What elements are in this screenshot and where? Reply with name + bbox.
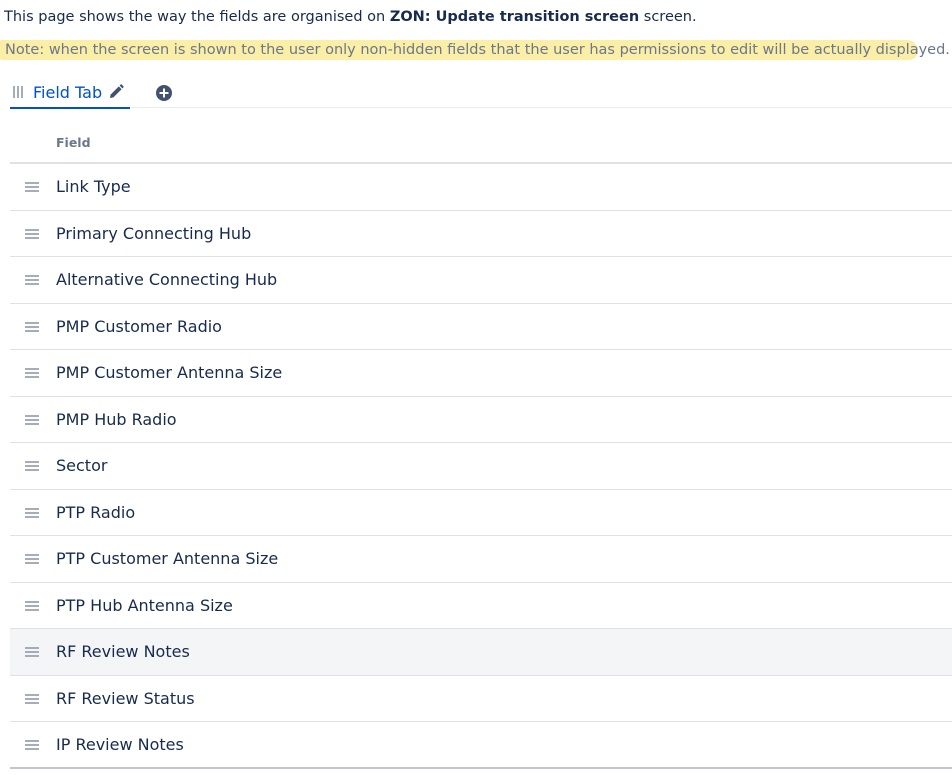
permission-note: Note: when the screen is shown to the us…	[0, 38, 950, 62]
table-row[interactable]: Sector	[10, 443, 952, 490]
field-name: Alternative Connecting Hub	[56, 270, 278, 289]
field-name: PMP Customer Antenna Size	[56, 363, 283, 382]
fields-table: Field Link Type Primary Connecting Hub Alt…	[10, 124, 952, 769]
table-row[interactable]: PTP Radio	[10, 490, 952, 536]
field-name: RF Review Status	[56, 688, 195, 708]
drag-handle-icon[interactable]	[25, 181, 39, 193]
field-name: PTP Customer Antenna Size	[56, 549, 279, 568]
drag-handle-icon[interactable]	[25, 739, 39, 751]
tab-bar-divider	[131, 107, 952, 108]
drag-handle-icon[interactable]	[25, 460, 39, 472]
pencil-icon[interactable]	[108, 84, 124, 100]
tab-bar: Field Tab	[10, 77, 173, 109]
page-description: This page shows the way the fields are o…	[4, 7, 697, 27]
field-name: Sector	[56, 456, 108, 475]
table-row[interactable]: PMP Customer Antenna Size	[10, 350, 952, 397]
tab-label[interactable]: Field Tab	[33, 83, 102, 102]
drag-handle-icon[interactable]	[12, 85, 24, 99]
table-row[interactable]: PTP Hub Antenna Size	[10, 583, 952, 629]
table-row[interactable]: IP Review Notes	[10, 722, 952, 769]
screen-name: ZON: Update transition screen	[389, 9, 640, 25]
intro-suffix: screen.	[639, 9, 697, 25]
table-row[interactable]: PTP Customer Antenna Size	[10, 536, 952, 583]
field-name: PMP Customer Radio	[56, 316, 222, 336]
field-name: PTP Hub Antenna Size	[56, 595, 233, 615]
table-header: Field	[10, 124, 952, 164]
table-row[interactable]: RF Review Notes	[10, 629, 952, 676]
field-name: RF Review Notes	[56, 642, 190, 661]
note-text: Note: when the screen is shown to the us…	[5, 42, 950, 58]
drag-handle-icon[interactable]	[25, 367, 39, 379]
field-name: Primary Connecting Hub	[56, 223, 252, 243]
drag-handle-icon[interactable]	[25, 693, 39, 705]
field-name: PTP Radio	[56, 502, 136, 522]
table-row[interactable]: Primary Connecting Hub	[10, 211, 952, 257]
intro-prefix: This page shows the way the fields are o…	[4, 9, 390, 25]
column-header-field: Field	[56, 135, 91, 150]
table-row[interactable]: RF Review Status	[10, 676, 952, 722]
drag-handle-icon[interactable]	[25, 274, 39, 286]
field-name: Link Type	[56, 177, 131, 196]
field-name: PMP Hub Radio	[56, 409, 177, 429]
table-row[interactable]: Link Type	[10, 164, 952, 211]
drag-handle-icon[interactable]	[25, 600, 39, 612]
drag-handle-icon[interactable]	[25, 228, 39, 240]
drag-handle-icon[interactable]	[25, 414, 39, 426]
drag-handle-icon[interactable]	[25, 646, 39, 658]
drag-handle-icon[interactable]	[25, 321, 39, 333]
table-row[interactable]: PMP Hub Radio	[10, 397, 952, 443]
table-row[interactable]: Alternative Connecting Hub	[10, 257, 952, 304]
table-row[interactable]: PMP Customer Radio	[10, 304, 952, 350]
tab-field-tab[interactable]: Field Tab	[10, 77, 131, 109]
screen-configuration-page: This page shows the way the fields are o…	[0, 0, 952, 775]
add-circle-icon[interactable]	[155, 84, 173, 102]
drag-handle-icon[interactable]	[25, 507, 39, 519]
field-name: IP Review Notes	[56, 735, 184, 754]
drag-handle-icon[interactable]	[25, 553, 39, 565]
table-body: Link Type Primary Connecting Hub Alternati…	[10, 164, 952, 769]
